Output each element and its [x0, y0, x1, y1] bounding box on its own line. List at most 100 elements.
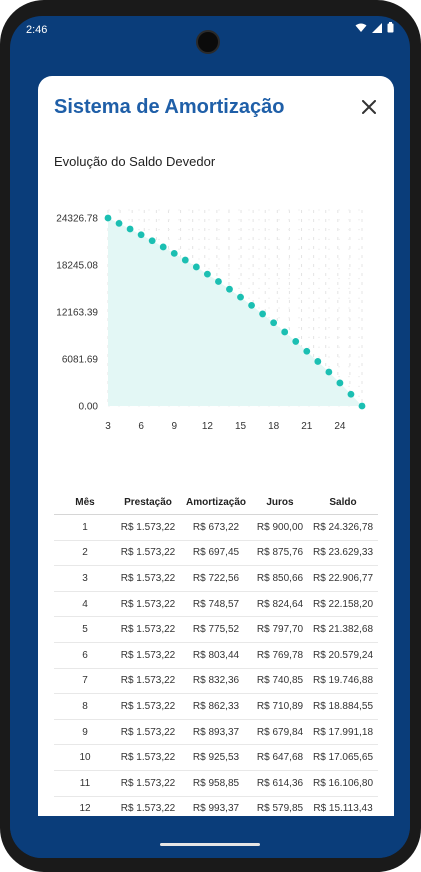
data-point	[303, 347, 311, 355]
table-cell: R$ 722,56	[192, 572, 240, 584]
x-tick-label: 15	[235, 421, 247, 432]
table-cell: R$ 21.382,68	[312, 624, 374, 636]
table-cell: R$ 1.573,22	[120, 752, 176, 764]
table-header-cell: Amortização	[185, 496, 246, 508]
data-point	[137, 231, 145, 239]
data-point	[170, 249, 178, 257]
data-point	[259, 310, 267, 318]
table-cell: R$ 958,85	[192, 777, 240, 789]
table-cell: R$ 1.573,22	[120, 521, 176, 533]
table-cell: R$ 647,68	[256, 752, 304, 764]
table-cell: R$ 824,64	[256, 598, 304, 610]
data-point	[270, 319, 278, 327]
x-tick-label: 24	[334, 421, 346, 432]
table-cell: R$ 17.991,18	[312, 726, 374, 738]
navigation-bar	[10, 816, 410, 858]
data-point	[325, 368, 333, 376]
x-tick-label: 18	[268, 421, 280, 432]
wifi-icon	[355, 23, 367, 32]
close-icon	[362, 100, 376, 114]
y-tick-label: 6081.69	[62, 355, 99, 366]
table-cell: R$ 740,85	[256, 675, 304, 687]
table-cell: R$ 23.629,33	[312, 547, 374, 559]
table-row: 1 R$ 1.573,22 R$ 673,22 R$ 900,00 R$ 24.326,…	[54, 515, 378, 541]
table-cell: R$ 803,44	[192, 649, 240, 661]
y-tick-label: 24326.78	[56, 214, 98, 225]
table-cell: R$ 710,89	[256, 700, 304, 712]
table-cell: R$ 1.573,22	[120, 598, 176, 610]
table-row: 4 R$ 1.573,22 R$ 748,57 R$ 824,64 R$ 22.158,…	[54, 592, 378, 618]
amortization-modal: Sistema de Amortização Evolução do Saldo…	[38, 76, 394, 830]
data-point	[104, 214, 112, 222]
table-cell: R$ 1.573,22	[120, 624, 176, 636]
table-cell: R$ 993,37	[192, 803, 240, 815]
chart-title: Evolução do Saldo Devedor	[54, 154, 216, 169]
data-point	[314, 358, 322, 365]
data-point	[336, 379, 344, 387]
table-cell: R$ 1.573,22	[120, 649, 176, 661]
x-tick-label: 6	[138, 421, 144, 432]
table-row: 6 R$ 1.573,22 R$ 803,44 R$ 769,78 R$ 20.579,…	[54, 643, 378, 669]
table-cell: R$ 850,66	[256, 572, 304, 584]
table-cell: 10	[79, 752, 91, 764]
data-point	[148, 237, 156, 245]
data-point	[192, 263, 200, 271]
table-cell: R$ 893,37	[192, 726, 240, 738]
table-header-row: Mês Prestação Amortização Juros Saldo	[54, 490, 378, 515]
data-point	[347, 390, 355, 398]
table-cell: 4	[82, 598, 88, 610]
table-cell: 3	[82, 572, 88, 584]
table-cell: R$ 673,22	[192, 521, 240, 533]
signal-icon	[372, 22, 382, 33]
phone-frame: 2:46 Sistema de Amortização Evolução do …	[0, 0, 421, 872]
table-cell: 6	[82, 649, 88, 661]
data-point	[237, 293, 244, 301]
table-cell: R$ 679,84	[256, 726, 304, 738]
data-point	[115, 219, 123, 227]
table-row: 3 R$ 1.573,22 R$ 722,56 R$ 850,66 R$ 22.906,…	[54, 566, 378, 592]
table-row: 5 R$ 1.573,22 R$ 775,52 R$ 797,70 R$ 21.382,…	[54, 617, 378, 643]
screen: 2:46 Sistema de Amortização Evolução do …	[10, 16, 410, 858]
table-cell: R$ 17.065,65	[312, 752, 374, 764]
table-cell: R$ 875,76	[256, 547, 304, 559]
table-cell: R$ 862,33	[192, 700, 240, 712]
table-cell: R$ 1.573,22	[120, 700, 176, 712]
table-cell: 2	[82, 547, 88, 559]
table-cell: 7	[82, 675, 88, 687]
table-cell: R$ 775,52	[192, 624, 240, 636]
table-header-cell: Prestação	[124, 496, 172, 508]
table-cell: 1	[82, 521, 88, 533]
x-tick-label: 21	[301, 421, 313, 432]
table-row: 7 R$ 1.573,22 R$ 832,36 R$ 740,85 R$ 19.746,…	[54, 669, 378, 695]
data-point	[226, 285, 233, 293]
x-tick-label: 12	[202, 421, 214, 432]
table-row: 8 R$ 1.573,22 R$ 862,33 R$ 710,89 R$ 18.884,…	[54, 694, 378, 720]
table-cell: R$ 769,78	[256, 649, 304, 661]
data-point	[248, 301, 255, 309]
amortization-table: Mês Prestação Amortização Juros Saldo 1 R$ 1.…	[54, 490, 378, 823]
table-cell: R$ 20.579,24	[312, 649, 374, 661]
close-button[interactable]	[358, 96, 380, 118]
data-point	[281, 328, 289, 336]
table-body: 1 R$ 1.573,22 R$ 673,22 R$ 900,00 R$ 24.326,…	[54, 515, 378, 823]
modal-title: Sistema de Amortização	[54, 96, 285, 118]
home-indicator[interactable]	[160, 843, 260, 846]
y-tick-label: 0.00	[79, 402, 99, 413]
table-cell: R$ 15.113,43	[313, 803, 373, 815]
battery-icon	[387, 22, 394, 33]
table-cell: R$ 579,85	[256, 803, 304, 815]
data-point	[159, 243, 167, 251]
table-cell: R$ 19.746,88	[312, 675, 374, 687]
table-cell: 11	[79, 777, 91, 789]
table-cell: R$ 1.573,22	[120, 572, 176, 584]
x-tick-label: 9	[171, 421, 177, 432]
table-row: 11 R$ 1.573,22 R$ 958,85 R$ 614,36 R$ 16.106…	[54, 771, 378, 797]
table-cell: R$ 22.906,77	[312, 572, 374, 584]
table-cell: R$ 24.326,78	[312, 521, 374, 533]
table-cell: R$ 1.573,22	[120, 777, 176, 789]
table-cell: R$ 832,36	[192, 675, 240, 687]
table-cell: R$ 797,70	[256, 624, 304, 636]
table-cell: 5	[82, 624, 88, 636]
data-point	[126, 225, 134, 233]
table-row: 2 R$ 1.573,22 R$ 697,45 R$ 875,76 R$ 23.629,…	[54, 541, 378, 567]
